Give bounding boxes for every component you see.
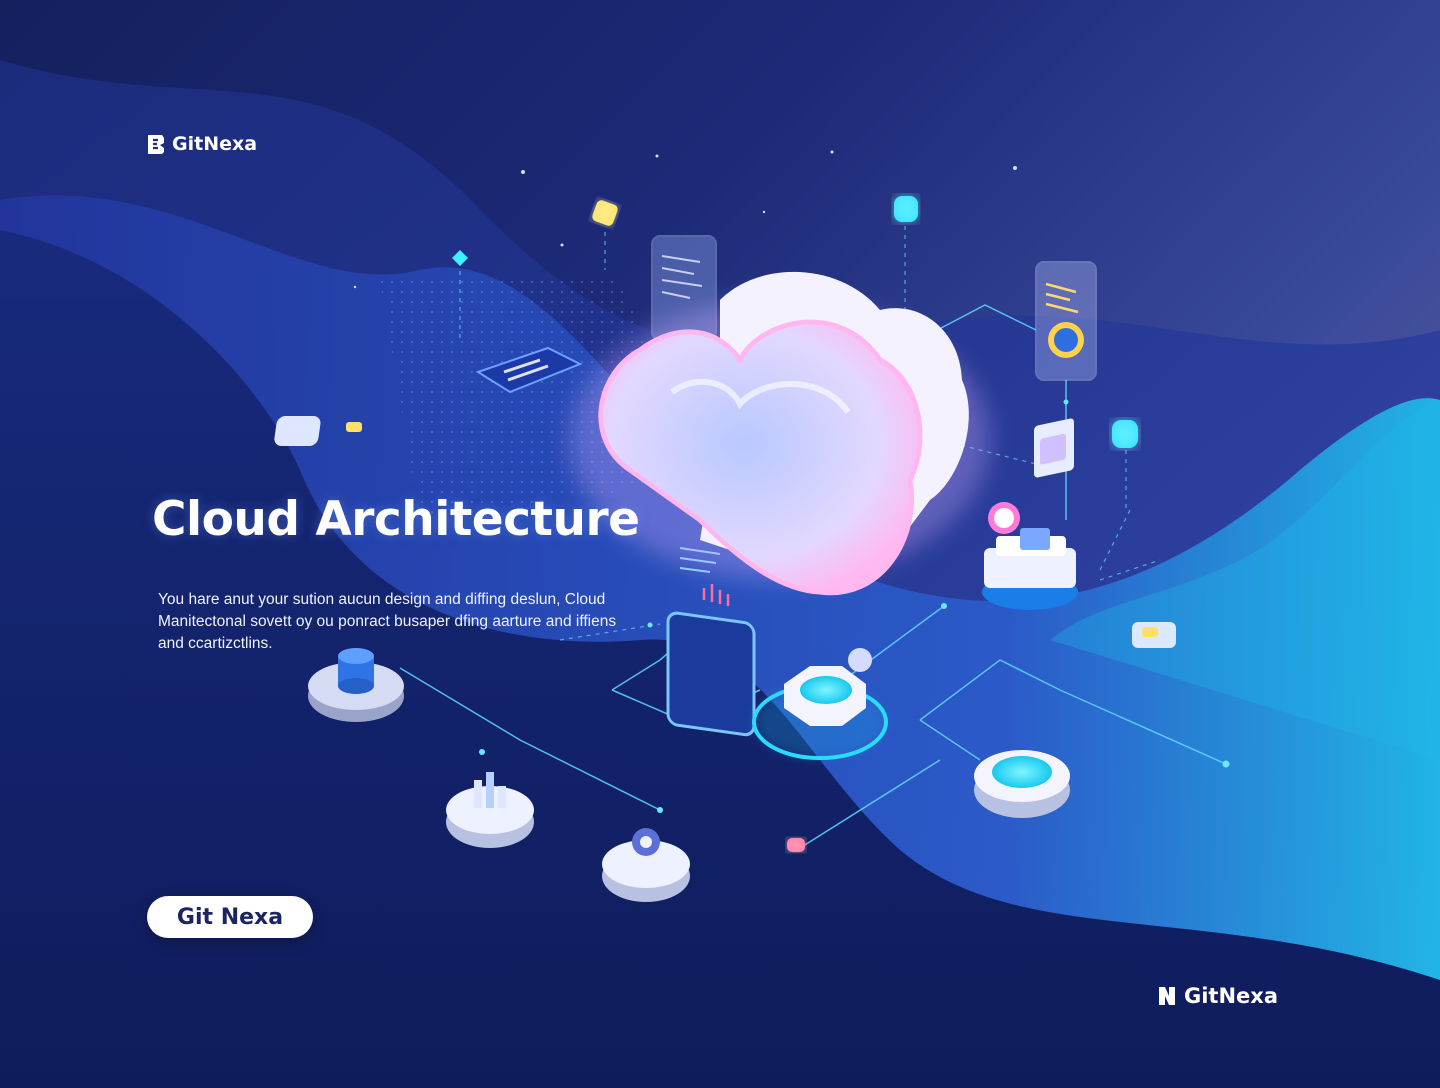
brand-logo-bottom[interactable]: GitNexa (1156, 984, 1278, 1008)
brand-name: GitNexa (172, 133, 258, 155)
git-nexa-button[interactable]: Git Nexa (147, 896, 313, 938)
lightbulb-icon (592, 200, 618, 226)
hero-description: You hare anut your sution aucun design a… (158, 591, 617, 652)
gitnexa-logo-icon (1159, 987, 1175, 1005)
document-icon (1035, 261, 1097, 381)
gitnexa-logo-icon (148, 135, 164, 154)
brand-name: GitNexa (1184, 984, 1279, 1008)
brand-logo-top[interactable]: GitNexa (146, 133, 257, 155)
hero-title: Cloud Architecture (152, 492, 640, 547)
